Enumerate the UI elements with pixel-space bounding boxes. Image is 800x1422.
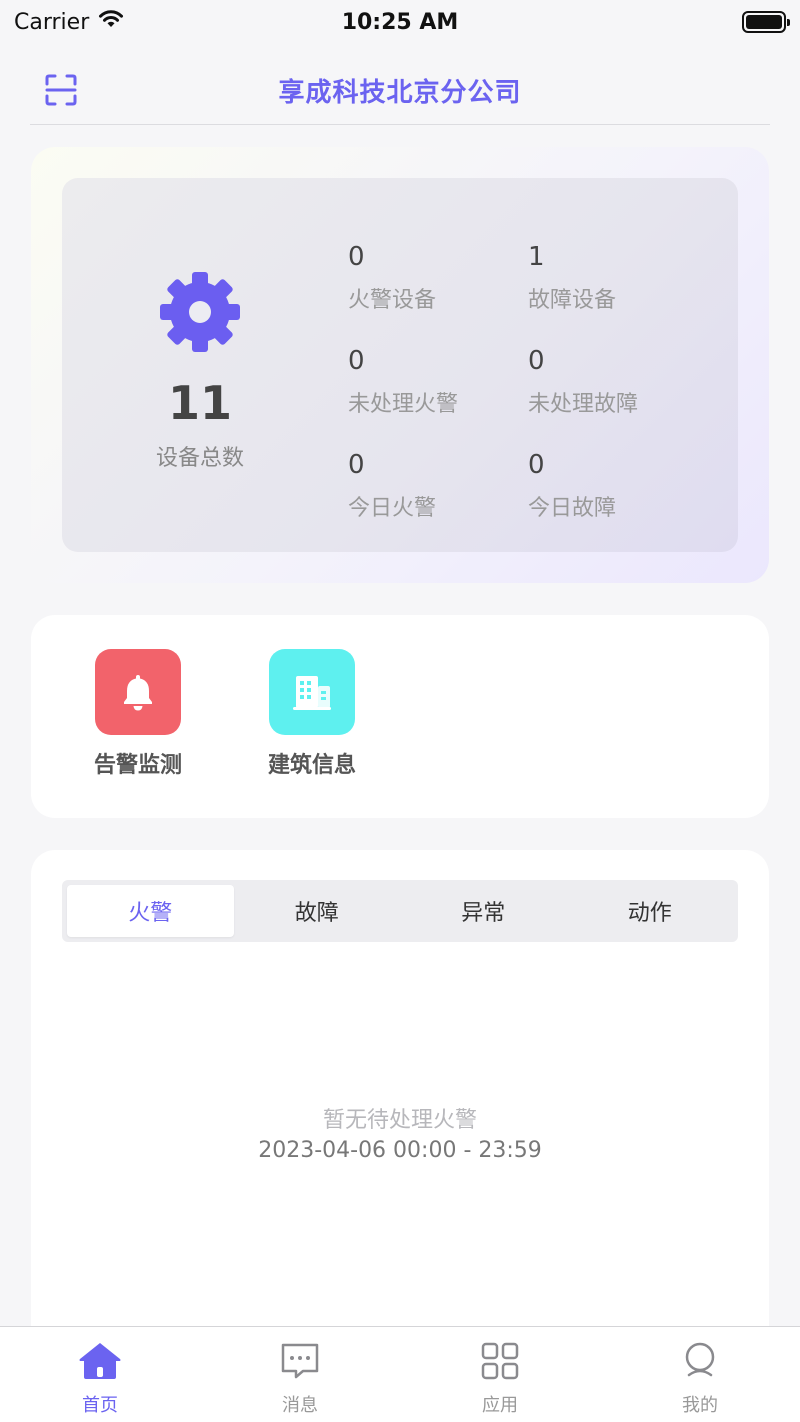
tab-bar-messages[interactable]: 消息 — [200, 1327, 400, 1422]
tab-bar-home[interactable]: 首页 — [0, 1327, 200, 1422]
stat-label: 未处理火警 — [348, 392, 459, 417]
stat-label: 今日火警 — [348, 496, 437, 521]
carrier-label: Carrier — [14, 9, 90, 35]
stat-unhandled-fault[interactable]: 0 未处理故障 — [528, 344, 698, 418]
date-range: 2023-04-06 00:00 - 23:59 — [258, 1138, 542, 1163]
gear-icon — [158, 270, 242, 354]
total-device-count: 11 — [167, 376, 232, 430]
nav-bar: 享成科技北京分公司 — [30, 56, 770, 125]
empty-state-text: 暂无待处理火警 — [322, 1108, 477, 1133]
stat-label: 火警设备 — [348, 288, 437, 313]
stat-value: 0 — [348, 346, 365, 376]
stat-value: 0 — [348, 450, 365, 480]
tab-bar-label: 消息 — [282, 1395, 318, 1416]
stat-label: 未处理故障 — [528, 392, 639, 417]
page-title: 享成科技北京分公司 — [278, 77, 522, 108]
bell-icon — [95, 649, 181, 735]
stat-value: 0 — [528, 346, 545, 376]
stat-value: 0 — [348, 242, 365, 272]
stat-value: 1 — [528, 242, 545, 272]
stat-today-fault[interactable]: 0 今日故障 — [528, 448, 698, 522]
tab-bar-profile[interactable]: 我的 — [600, 1327, 800, 1422]
tab-fault[interactable]: 故障 — [234, 885, 401, 937]
apps-icon — [478, 1339, 522, 1383]
status-left: Carrier — [14, 8, 125, 36]
stat-today-fire[interactable]: 0 今日火警 — [348, 448, 518, 522]
tab-action[interactable]: 动作 — [567, 885, 734, 937]
stat-value: 0 — [528, 450, 545, 480]
scan-button[interactable] — [44, 73, 78, 107]
wifi-icon — [97, 8, 125, 36]
tab-bar-label: 应用 — [482, 1395, 518, 1416]
stat-fire-devices[interactable]: 0 火警设备 — [348, 240, 518, 314]
alarm-list-card: 火警 故障 异常 动作 暂无待处理火警 2023-04-06 00:00 - 2… — [31, 850, 769, 1370]
stat-unhandled-fire[interactable]: 0 未处理火警 — [348, 344, 518, 418]
tab-bar-label: 首页 — [82, 1395, 118, 1416]
message-icon — [278, 1339, 322, 1383]
tab-bar-apps[interactable]: 应用 — [400, 1327, 600, 1422]
tab-bar-label: 我的 — [682, 1395, 718, 1416]
building-info-shortcut[interactable]: 建筑信息 — [242, 649, 382, 779]
alarm-tabs: 火警 故障 异常 动作 — [62, 880, 738, 942]
stat-fault-devices[interactable]: 1 故障设备 — [528, 240, 698, 314]
bottom-tab-bar: 首页 消息 应用 我的 — [0, 1326, 800, 1422]
shortcut-label: 告警监测 — [93, 753, 182, 778]
scan-icon — [45, 74, 77, 106]
battery-icon — [742, 11, 790, 33]
alarm-monitor-shortcut[interactable]: 告警监测 — [68, 649, 208, 779]
home-icon — [78, 1339, 122, 1383]
device-stats-panel: 11 设备总数 0 火警设备 1 故障设备 0 未处理火警 0 未处理故障 0 … — [62, 178, 738, 552]
device-stats-card: 11 设备总数 0 火警设备 1 故障设备 0 未处理火警 0 未处理故障 0 … — [31, 147, 769, 583]
shortcut-label: 建筑信息 — [267, 753, 356, 778]
profile-icon — [678, 1339, 722, 1383]
building-icon — [269, 649, 355, 735]
shortcut-card: 告警监测 建筑信息 — [31, 615, 769, 818]
tab-abnormal[interactable]: 异常 — [400, 885, 567, 937]
total-device-label: 设备总数 — [155, 446, 244, 471]
stat-label: 故障设备 — [528, 288, 617, 313]
tab-fire[interactable]: 火警 — [67, 885, 234, 937]
status-bar: Carrier 10:25 AM — [0, 0, 800, 44]
stat-label: 今日故障 — [528, 496, 617, 521]
